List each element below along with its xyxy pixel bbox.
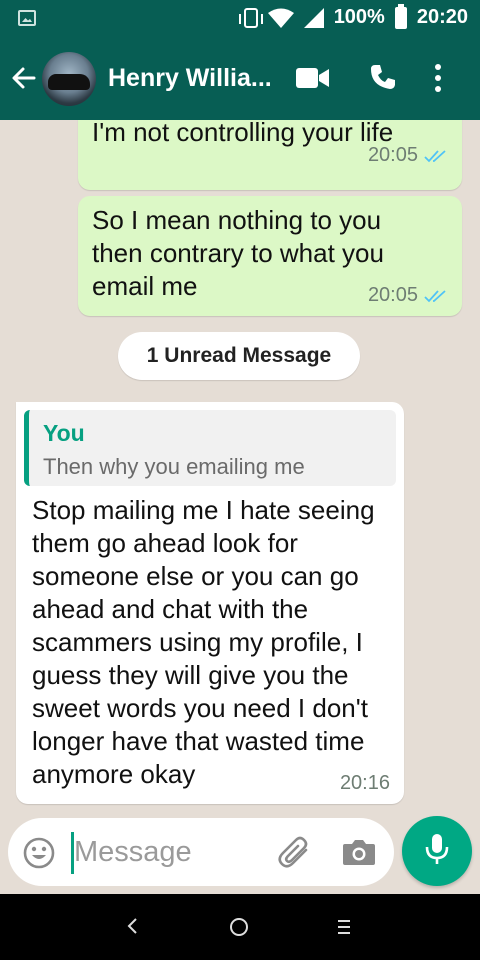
- battery-icon: [394, 3, 407, 29]
- read-ticks-icon: [424, 149, 448, 163]
- camera-icon[interactable]: [342, 838, 376, 871]
- quoted-text: Then why you emailing me: [43, 454, 305, 479]
- message-text: So I mean nothing to you then contrary t…: [92, 205, 384, 301]
- message-meta: 20:05: [368, 144, 448, 167]
- message-composer: [8, 818, 394, 886]
- status-bar: 100% 20:20: [0, 0, 480, 38]
- contact-name[interactable]: Henry Willia...: [108, 64, 272, 93]
- paperclip-icon[interactable]: [276, 836, 312, 875]
- quoted-author: You: [43, 420, 85, 446]
- message-time: 20:05: [367, 284, 418, 306]
- avatar[interactable]: [42, 52, 96, 106]
- read-ticks-icon: [424, 289, 448, 303]
- vibrate-icon: [238, 7, 263, 28]
- nav-home-icon[interactable]: [230, 918, 248, 936]
- message-bubble-incoming[interactable]: You Then why you emailing me Stop mailin…: [16, 402, 404, 804]
- quoted-message[interactable]: You Then why you emailing me: [24, 410, 396, 486]
- video-call-icon[interactable]: [296, 66, 330, 95]
- nav-back-icon[interactable]: [124, 914, 140, 943]
- status-icons: 100% 20:20: [238, 3, 468, 29]
- message-time: 20:05: [367, 144, 418, 166]
- back-arrow-icon[interactable]: [8, 62, 40, 94]
- message-text: Stop mailing me I hate seeing them go ah…: [32, 495, 375, 789]
- microphone-icon: [424, 832, 450, 871]
- more-vert-icon[interactable]: [432, 62, 444, 99]
- phone-icon[interactable]: [368, 62, 398, 97]
- emoji-icon[interactable]: [22, 836, 56, 875]
- message-bubble-outgoing[interactable]: I'm not controlling your life 20:05: [78, 120, 462, 190]
- clock: 20:20: [416, 6, 468, 28]
- chat-header: Henry Willia...: [0, 38, 480, 120]
- message-input[interactable]: [74, 834, 264, 870]
- wifi-icon: [267, 8, 294, 28]
- chat-area[interactable]: I'm not controlling your life 20:05 So I…: [0, 120, 480, 814]
- image-notification-icon: [18, 10, 36, 26]
- battery-percent: 100%: [333, 6, 385, 28]
- voice-record-button[interactable]: [402, 816, 472, 886]
- unread-messages-badge: 1 Unread Message: [118, 332, 360, 380]
- message-bubble-outgoing[interactable]: So I mean nothing to you then contrary t…: [78, 196, 462, 316]
- system-nav-bar: [0, 894, 480, 960]
- message-text: I'm not controlling your life: [92, 120, 394, 147]
- message-meta: 20:16: [340, 772, 390, 795]
- nav-recents-icon[interactable]: [336, 918, 352, 941]
- message-time: 20:16: [339, 772, 390, 794]
- message-meta: 20:05: [368, 284, 448, 307]
- signal-icon: [303, 7, 324, 28]
